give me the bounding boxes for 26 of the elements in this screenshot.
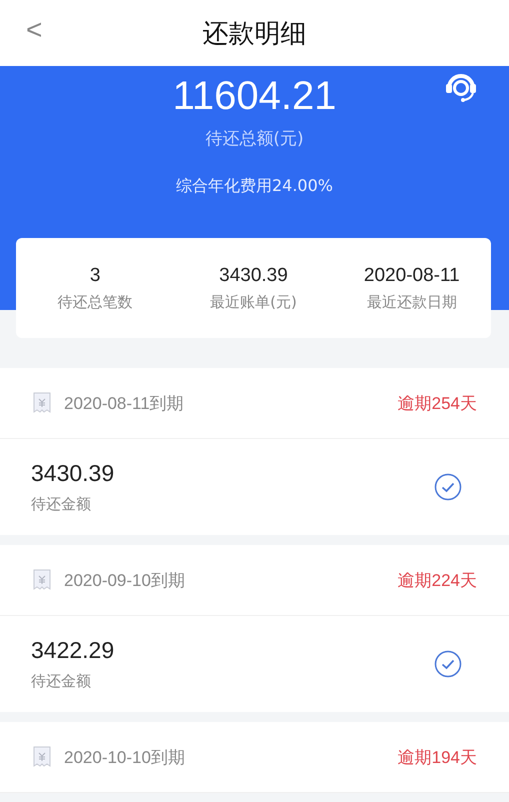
overdue-days: 逾期254天 — [398, 392, 477, 414]
due-date: 2020-08-11到期 — [64, 392, 185, 414]
total-amount: 11604.21 — [172, 74, 336, 119]
amount-label: 待还金额 — [31, 495, 92, 514]
bill-amount: 3430.39 — [31, 460, 116, 487]
checkbox[interactable] — [434, 473, 462, 501]
amount-label: 待还金额 — [31, 672, 92, 691]
receipt-icon — [32, 392, 52, 414]
page-title: 还款明细 — [202, 18, 306, 50]
overdue-days: 逾期194天 — [398, 746, 477, 768]
due-date: 2020-10-10到期 — [64, 746, 186, 768]
total-label: 待还总额(元) — [205, 128, 304, 150]
stat-value: 2020-08-11 — [364, 264, 460, 286]
stat-label: 最近账单(元) — [210, 292, 297, 312]
receipt-icon — [32, 746, 52, 768]
bill-amount: 3422.29 — [31, 637, 116, 664]
annual-rate: 综合年化费用24.00% — [176, 176, 333, 197]
stat-label: 最近还款日期 — [366, 292, 457, 312]
due-date: 2020-09-10到期 — [64, 570, 186, 592]
overdue-days: 逾期224天 — [398, 568, 477, 592]
stat-value: 3430.39 — [219, 264, 288, 286]
stat-label: 待还总笔数 — [58, 292, 133, 312]
receipt-icon — [32, 569, 52, 591]
back-button[interactable]: < — [26, 14, 42, 46]
checkbox[interactable] — [434, 650, 462, 678]
stat-value: 3 — [90, 264, 100, 286]
